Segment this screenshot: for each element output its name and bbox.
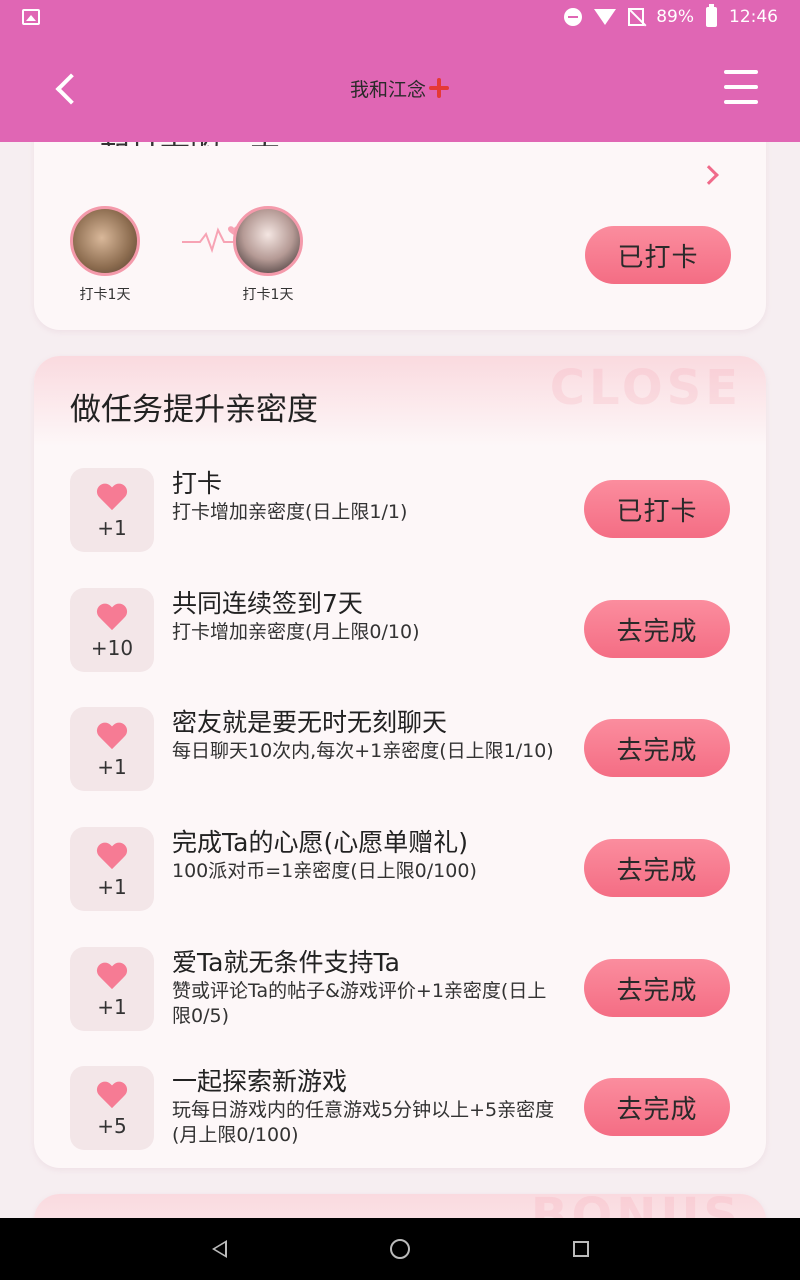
menu-icon-line (724, 70, 758, 74)
clock: 12:46 (729, 7, 778, 27)
anger-symbol-icon (428, 77, 450, 99)
close-watermark: CLOSE (549, 360, 742, 416)
do-not-disturb-icon (564, 8, 583, 26)
task-desc: 100派对币=1亲密度(日上限0/100) (172, 860, 477, 882)
page-title-text: 我和江念 (349, 78, 426, 101)
battery-icon (706, 4, 717, 27)
task-name: 爱Ta就无条件支持Ta (172, 948, 400, 977)
task-row: +1 完成Ta的心愿(心愿单赠礼) 100派对币=1亲密度(日上限0/100) … (70, 827, 730, 915)
image-notification-icon (22, 9, 40, 25)
menu-icon-line (724, 100, 758, 104)
task-points-badge: +10 (70, 588, 154, 672)
nav-back-icon[interactable] (211, 1240, 227, 1258)
menu-button[interactable] (724, 70, 758, 104)
avatar[interactable] (233, 206, 303, 276)
wifi-icon (594, 9, 617, 25)
no-sim-icon (628, 8, 645, 26)
heart-icon (97, 843, 127, 871)
task-action-button[interactable]: 去完成 (584, 839, 730, 897)
task-points: +5 (97, 1114, 127, 1138)
tasks-title: 做任务提升亲密度 (70, 392, 318, 428)
task-desc: 每日聊天10次内,每次+1亲密度(日上限1/10) (172, 740, 554, 762)
heart-icon (97, 723, 127, 751)
task-name: 打卡 (172, 469, 223, 498)
bonus-watermark: BONUS (530, 1188, 742, 1218)
app-header: 我和江念 (0, 34, 800, 142)
task-desc: 打卡增加亲密度(月上限0/10) (172, 621, 420, 643)
system-nav-bar (0, 1218, 800, 1280)
heart-icon (97, 963, 127, 991)
task-desc: 赞或评论Ta的帖子&游戏评价+1亲密度(日上限0/5) (172, 980, 547, 1027)
task-points: +1 (97, 516, 127, 540)
heart-icon (97, 484, 127, 512)
task-points-badge: +1 (70, 468, 154, 552)
checkin-days-label: 打卡1天 (79, 287, 131, 303)
task-name: 完成Ta的心愿(心愿单赠礼) (172, 828, 468, 857)
task-points-badge: +1 (70, 707, 154, 791)
chevron-right-icon[interactable] (699, 165, 719, 185)
task-desc: 打卡增加亲密度(日上限1/1) (172, 501, 408, 523)
user-checkin-2: 打卡1天 (233, 206, 303, 304)
checked-in-button[interactable]: 已打卡 (585, 226, 731, 284)
checkin-days-label: 打卡1天 (242, 287, 294, 303)
page-title: 我和江念 (350, 75, 450, 102)
nav-home-icon[interactable] (389, 1239, 410, 1259)
task-row: +5 一起探索新游戏 玩每日游戏内的任意游戏5分钟以上+5亲密度(月上限0/10… (70, 1066, 730, 1154)
task-row: +10 共同连续签到7天 打卡增加亲密度(月上限0/10) 去完成 (70, 588, 730, 676)
heart-icon (97, 604, 127, 632)
task-row: +1 打卡 打卡增加亲密度(日上限1/1) 已打卡 (70, 468, 730, 556)
status-bar: 89% 12:46 (0, 0, 800, 34)
task-points: +1 (97, 755, 127, 779)
checkin-card: 一起打卡的一天 打卡1天 打卡1天 已打卡 (34, 142, 766, 330)
task-name: 共同连续签到7天 (172, 589, 363, 618)
task-points: +10 (90, 636, 134, 660)
task-action-button[interactable]: 去完成 (584, 600, 730, 658)
task-action-button[interactable]: 已打卡 (584, 480, 730, 538)
nav-recents-icon[interactable] (572, 1241, 589, 1257)
task-action-button[interactable]: 去完成 (584, 959, 730, 1017)
task-points-badge: +5 (70, 1066, 154, 1150)
task-name: 密友就是要无时无刻聊天 (172, 708, 448, 737)
back-button[interactable] (48, 68, 88, 108)
task-points-badge: +1 (70, 827, 154, 911)
user-checkin-1: 打卡1天 (70, 206, 140, 304)
task-row: +1 爱Ta就无条件支持Ta 赞或评论Ta的帖子&游戏评价+1亲密度(日上限0/… (70, 947, 730, 1035)
task-points: +1 (97, 875, 127, 899)
checkin-title: 一起打卡的一天 (70, 142, 280, 167)
scroll-content[interactable]: 一起打卡的一天 打卡1天 打卡1天 已打卡 CLOSE 做任务提升亲密度 +1 … (0, 142, 800, 1218)
task-points: +1 (97, 995, 127, 1019)
avatar[interactable] (70, 206, 140, 276)
task-name: 一起探索新游戏 (172, 1067, 348, 1096)
menu-icon-line (724, 85, 758, 89)
bonus-card: BONUS (34, 1188, 766, 1218)
battery-percent: 89% (656, 7, 694, 27)
task-action-button[interactable]: 去完成 (584, 1078, 730, 1136)
task-points-badge: +1 (70, 947, 154, 1031)
task-desc: 玩每日游戏内的任意游戏5分钟以上+5亲密度(月上限0/100) (172, 1099, 555, 1146)
task-row: +1 密友就是要无时无刻聊天 每日聊天10次内,每次+1亲密度(日上限1/10)… (70, 707, 730, 795)
tasks-card: CLOSE 做任务提升亲密度 +1 打卡 打卡增加亲密度(日上限1/1) 已打卡… (34, 356, 766, 1168)
task-action-button[interactable]: 去完成 (584, 719, 730, 777)
heart-icon (97, 1082, 127, 1110)
